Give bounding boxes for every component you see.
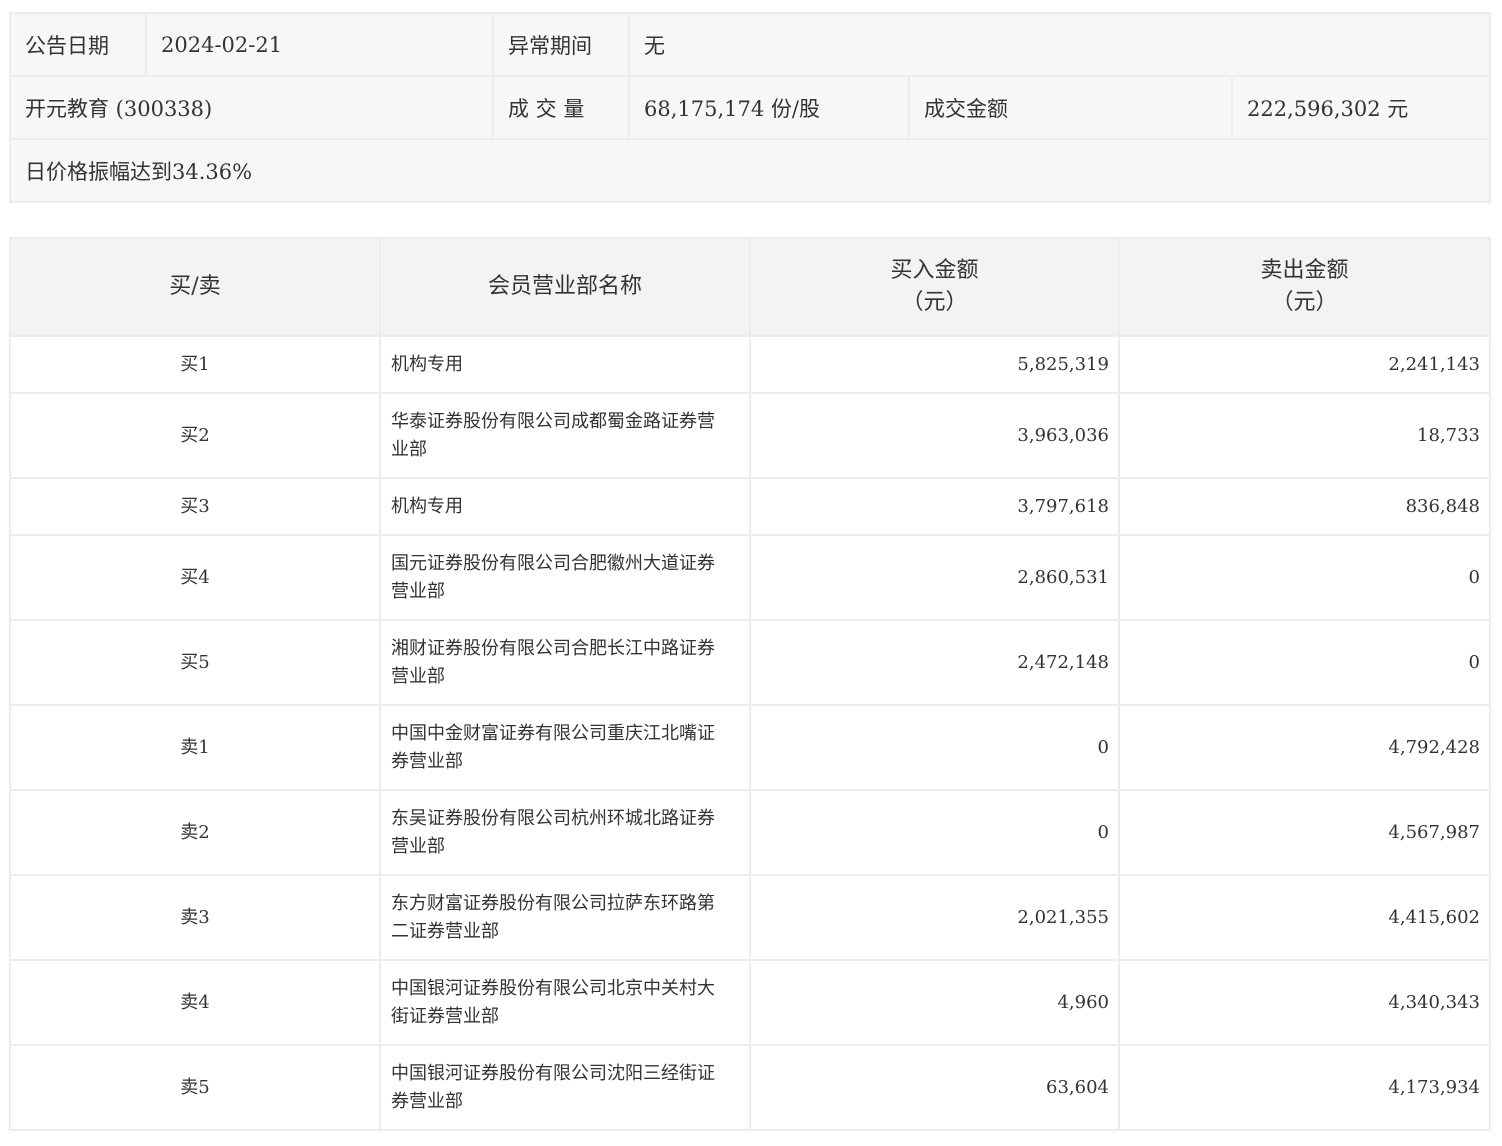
row-buy-amount: 2,860,531 [749, 534, 1120, 621]
row-buy-amount: 4,960 [749, 959, 1120, 1046]
row-sell-amount: 2,241,143 [1118, 335, 1491, 394]
table-row: 卖4 中国银河证券股份有限公司北京中关村大街证券营业部 4,960 4,340,… [9, 959, 1491, 1046]
abnormal-period-label: 异常期间 [492, 12, 630, 77]
row-branch-name: 机构专用 [379, 477, 751, 536]
row-side: 买5 [9, 619, 381, 706]
header-sell-amount: 卖出金额 （元） [1118, 237, 1491, 337]
table-row: 卖1 中国中金财富证券有限公司重庆江北嘴证券营业部 0 4,792,428 [9, 704, 1491, 791]
row-side: 卖2 [9, 789, 381, 876]
row-branch-name: 国元证券股份有限公司合肥徽州大道证券营业部 [379, 534, 751, 621]
info-row-reason: 日价格振幅达到34.36% [9, 138, 1491, 203]
row-side: 买3 [9, 477, 381, 536]
turnover-label: 成交金额 [908, 75, 1233, 140]
header-buy-amount-unit: （元） [901, 290, 968, 315]
row-sell-amount: 4,340,343 [1118, 959, 1491, 1046]
turnover-value: 222,596,302 元 [1231, 75, 1491, 140]
row-side: 买4 [9, 534, 381, 621]
table-row: 卖3 东方财富证券股份有限公司拉萨东环路第二证券营业部 2,021,355 4,… [9, 874, 1491, 961]
row-side: 卖3 [9, 874, 381, 961]
row-branch-name: 机构专用 [379, 335, 751, 394]
row-buy-amount: 3,797,618 [749, 477, 1120, 536]
row-side: 卖4 [9, 959, 381, 1046]
header-buy-amount: 买入金额 （元） [749, 237, 1120, 337]
row-side: 买1 [9, 335, 381, 394]
row-side: 卖1 [9, 704, 381, 791]
header-branch-name: 会员营业部名称 [379, 237, 751, 337]
table-row: 买3 机构专用 3,797,618 836,848 [9, 477, 1491, 536]
trading-seats-table: 买/卖 会员营业部名称 买入金额 （元） 卖出金额 （元） 买1 机构专用 5,… [9, 237, 1491, 1131]
header-sell-amount-unit: （元） [1271, 290, 1338, 315]
header-buy-amount-title: 买入金额 [890, 258, 979, 283]
info-row-volume: 开元教育 (300338) 成 交 量 68,175,174 份/股 成交金额 … [9, 75, 1491, 140]
row-sell-amount: 836,848 [1118, 477, 1491, 536]
table-row: 卖2 东吴证券股份有限公司杭州环城北路证券营业部 0 4,567,987 [9, 789, 1491, 876]
row-branch-name: 湘财证券股份有限公司合肥长江中路证券营业部 [379, 619, 751, 706]
row-side: 买2 [9, 392, 381, 479]
row-buy-amount: 2,472,148 [749, 619, 1120, 706]
row-buy-amount: 3,963,036 [749, 392, 1120, 479]
volume-value: 68,175,174 份/股 [628, 75, 910, 140]
table-row: 买2 华泰证券股份有限公司成都蜀金路证券营业部 3,963,036 18,733 [9, 392, 1491, 479]
row-branch-name: 中国银河证券股份有限公司北京中关村大街证券营业部 [379, 959, 751, 1046]
row-sell-amount: 4,792,428 [1118, 704, 1491, 791]
header-sell-amount-title: 卖出金额 [1260, 258, 1349, 283]
abnormal-period-value: 无 [628, 12, 1491, 77]
row-branch-name: 中国银河证券股份有限公司沈阳三经街证券营业部 [379, 1044, 751, 1131]
row-buy-amount: 63,604 [749, 1044, 1120, 1131]
header-side: 买/卖 [9, 237, 381, 337]
row-buy-amount: 2,021,355 [749, 874, 1120, 961]
table-row: 买4 国元证券股份有限公司合肥徽州大道证券营业部 2,860,531 0 [9, 534, 1491, 621]
abnormal-reason: 日价格振幅达到34.36% [9, 138, 1491, 203]
row-sell-amount: 4,173,934 [1118, 1044, 1491, 1131]
row-buy-amount: 0 [749, 704, 1120, 791]
table-row: 买1 机构专用 5,825,319 2,241,143 [9, 335, 1491, 394]
row-sell-amount: 4,415,602 [1118, 874, 1491, 961]
row-branch-name: 东方财富证券股份有限公司拉萨东环路第二证券营业部 [379, 874, 751, 961]
info-row-date: 公告日期 2024-02-21 异常期间 无 [9, 12, 1491, 77]
row-sell-amount: 0 [1118, 619, 1491, 706]
row-buy-amount: 0 [749, 789, 1120, 876]
announce-date-label: 公告日期 [9, 12, 147, 77]
table-row: 买5 湘财证券股份有限公司合肥长江中路证券营业部 2,472,148 0 [9, 619, 1491, 706]
row-sell-amount: 18,733 [1118, 392, 1491, 479]
announcement-info-table: 公告日期 2024-02-21 异常期间 无 开元教育 (300338) 成 交… [9, 12, 1491, 203]
table-header-row: 买/卖 会员营业部名称 买入金额 （元） 卖出金额 （元） [9, 237, 1491, 337]
announce-date-value: 2024-02-21 [145, 12, 494, 77]
row-buy-amount: 5,825,319 [749, 335, 1120, 394]
table-row: 卖5 中国银河证券股份有限公司沈阳三经街证券营业部 63,604 4,173,9… [9, 1044, 1491, 1131]
row-side: 卖5 [9, 1044, 381, 1131]
stock-name: 开元教育 (300338) [9, 75, 494, 140]
row-branch-name: 东吴证券股份有限公司杭州环城北路证券营业部 [379, 789, 751, 876]
row-sell-amount: 0 [1118, 534, 1491, 621]
row-branch-name: 中国中金财富证券有限公司重庆江北嘴证券营业部 [379, 704, 751, 791]
row-branch-name: 华泰证券股份有限公司成都蜀金路证券营业部 [379, 392, 751, 479]
row-sell-amount: 4,567,987 [1118, 789, 1491, 876]
volume-label: 成 交 量 [492, 75, 630, 140]
